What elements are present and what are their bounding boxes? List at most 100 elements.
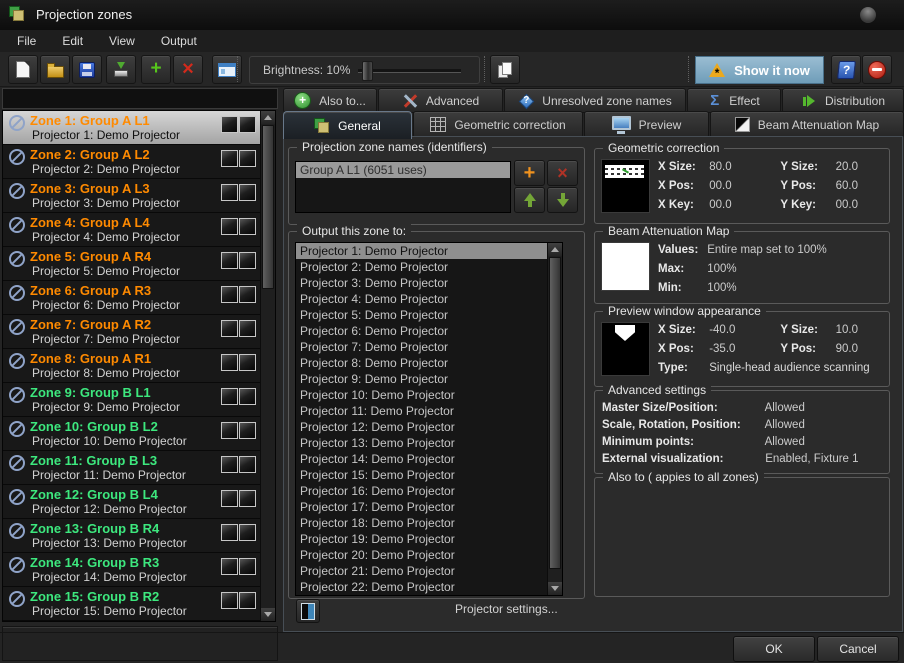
zone-flag-box-2[interactable] xyxy=(239,524,256,541)
output-list-item[interactable]: Projector 14: Demo Projector xyxy=(296,451,549,467)
tab-also-to[interactable]: Also to... xyxy=(283,88,377,113)
output-list-item[interactable]: Projector 3: Demo Projector xyxy=(296,275,549,291)
output-list-item[interactable]: Projector 7: Demo Projector xyxy=(296,339,549,355)
output-list-item[interactable]: Projector 19: Demo Projector xyxy=(296,531,549,547)
zone-row[interactable]: Zone 6: Group A R3 Projector 6: Demo Pro… xyxy=(3,281,262,315)
projector-settings-button[interactable] xyxy=(296,599,320,623)
ok-button[interactable]: OK xyxy=(733,636,815,662)
output-list-item[interactable]: Projector 8: Demo Projector xyxy=(296,355,549,371)
zone-flag-box-1[interactable] xyxy=(221,150,238,167)
scrollbar-thumb[interactable] xyxy=(262,125,274,289)
move-name-up-button[interactable] xyxy=(514,187,545,213)
zone-flag-box-1[interactable] xyxy=(221,286,238,303)
zone-flag-box-1[interactable] xyxy=(221,524,238,541)
delete-button[interactable] xyxy=(173,55,203,84)
output-list-item[interactable]: Projector 21: Demo Projector xyxy=(296,563,549,579)
help-button[interactable] xyxy=(831,55,861,84)
zone-row[interactable]: Zone 11: Group B L3 Projector 11: Demo P… xyxy=(3,451,262,485)
output-list-item[interactable]: Projector 4: Demo Projector xyxy=(296,291,549,307)
zone-flag-box-1[interactable] xyxy=(221,116,238,133)
zone-row[interactable]: Zone 2: Group A L2 Projector 2: Demo Pro… xyxy=(3,145,262,179)
new-document-button[interactable] xyxy=(8,55,38,84)
output-list-item[interactable]: Projector 1: Demo Projector xyxy=(296,243,549,259)
output-list-item[interactable]: Projector 22: Demo Projector xyxy=(296,579,549,595)
zone-flag-box-2[interactable] xyxy=(239,422,256,439)
save-button[interactable] xyxy=(72,55,102,84)
zone-row[interactable]: Zone 7: Group A R2 Projector 7: Demo Pro… xyxy=(3,315,262,349)
zone-flag-box-1[interactable] xyxy=(221,388,238,405)
zone-flag-box-1[interactable] xyxy=(221,456,238,473)
zone-flag-box-2[interactable] xyxy=(239,388,256,405)
zone-row[interactable]: Zone 3: Group A L3 Projector 3: Demo Pro… xyxy=(3,179,262,213)
zone-row[interactable]: Zone 5: Group A R4 Projector 5: Demo Pro… xyxy=(3,247,262,281)
output-list-item[interactable]: Projector 17: Demo Projector xyxy=(296,499,549,515)
zone-flag-box-2[interactable] xyxy=(239,218,256,235)
scroll-down-button[interactable] xyxy=(261,608,275,621)
cancel-button[interactable]: Cancel xyxy=(817,636,899,662)
brightness-slider[interactable] xyxy=(358,69,461,73)
output-list-item[interactable]: Projector 18: Demo Projector xyxy=(296,515,549,531)
zone-row[interactable]: Zone 10: Group B L2 Projector 10: Demo P… xyxy=(3,417,262,451)
add-button[interactable] xyxy=(141,55,171,84)
zone-row[interactable]: Zone 14: Group B R3 Projector 14: Demo P… xyxy=(3,553,262,587)
zone-row[interactable]: Zone 12: Group B L4 Projector 12: Demo P… xyxy=(3,485,262,519)
scrollbar-thumb[interactable] xyxy=(549,257,561,569)
zone-flag-box-1[interactable] xyxy=(221,490,238,507)
tab-general[interactable]: General xyxy=(283,111,412,139)
tab-advanced[interactable]: Advanced xyxy=(378,88,503,113)
output-list-item[interactable]: Projector 2: Demo Projector xyxy=(296,259,549,275)
zone-flag-box-1[interactable] xyxy=(221,184,238,201)
tab-geometric-correction[interactable]: Geometric correction xyxy=(413,111,583,138)
zone-flag-box-2[interactable] xyxy=(239,490,256,507)
scroll-up-button[interactable] xyxy=(261,111,275,124)
output-list-item[interactable]: Projector 20: Demo Projector xyxy=(296,547,549,563)
menu-edit[interactable]: Edit xyxy=(49,30,96,52)
download-button[interactable] xyxy=(106,55,136,84)
output-list-item[interactable]: Projector 6: Demo Projector xyxy=(296,323,549,339)
menu-view[interactable]: View xyxy=(96,30,148,52)
tab-preview[interactable]: Preview xyxy=(584,111,709,138)
zone-flag-box-1[interactable] xyxy=(221,422,238,439)
zone-flag-box-1[interactable] xyxy=(221,252,238,269)
zone-row[interactable]: Zone 9: Group B L1 Projector 9: Demo Pro… xyxy=(3,383,262,417)
zone-flag-box-2[interactable] xyxy=(239,286,256,303)
add-name-button[interactable]: + xyxy=(514,160,545,186)
stop-button[interactable] xyxy=(862,55,892,84)
show-it-now-button[interactable]: Show it now xyxy=(695,56,824,84)
output-list-item[interactable]: Projector 11: Demo Projector xyxy=(296,403,549,419)
zone-flag-box-1[interactable] xyxy=(221,592,238,609)
scroll-down-button[interactable] xyxy=(548,582,562,595)
zone-flag-box-2[interactable] xyxy=(239,252,256,269)
output-list-item[interactable]: Projector 5: Demo Projector xyxy=(296,307,549,323)
output-list-item[interactable]: Projector 13: Demo Projector xyxy=(296,435,549,451)
tab-beam-attenuation-map[interactable]: Beam Attenuation Map xyxy=(710,111,904,138)
brightness-slider-thumb[interactable] xyxy=(362,61,373,81)
zone-row[interactable]: Zone 8: Group A R1 Projector 8: Demo Pro… xyxy=(3,349,262,383)
zone-flag-box-2[interactable] xyxy=(239,558,256,575)
tab-effect[interactable]: Effect xyxy=(687,88,781,113)
output-list-item[interactable]: Projector 10: Demo Projector xyxy=(296,387,549,403)
projector-settings-label[interactable]: Projector settings... xyxy=(455,602,558,616)
zone-flag-box-2[interactable] xyxy=(239,150,256,167)
zone-flag-box-1[interactable] xyxy=(221,558,238,575)
zone-flag-box-2[interactable] xyxy=(239,116,256,133)
zone-list-scrollbar[interactable] xyxy=(260,111,275,621)
zone-names-list[interactable]: Group A L1 (6051 uses) xyxy=(295,161,511,213)
zone-name-item[interactable]: Group A L1 (6051 uses) xyxy=(296,162,510,178)
output-list-scrollbar[interactable] xyxy=(547,243,562,595)
zone-row[interactable]: Zone 4: Group A L4 Projector 4: Demo Pro… xyxy=(3,213,262,247)
output-list-item[interactable]: Projector 12: Demo Projector xyxy=(296,419,549,435)
delete-name-button[interactable]: × xyxy=(547,160,578,186)
scroll-up-button[interactable] xyxy=(548,243,562,256)
output-list-item[interactable]: Projector 16: Demo Projector xyxy=(296,483,549,499)
output-list-item[interactable]: Projector 15: Demo Projector xyxy=(296,467,549,483)
tab-distribution[interactable]: Distribution xyxy=(782,88,904,113)
copy-button[interactable] xyxy=(490,55,520,84)
zone-flag-box-1[interactable] xyxy=(221,320,238,337)
menu-file[interactable]: File xyxy=(4,30,49,52)
zone-flag-box-2[interactable] xyxy=(239,184,256,201)
zone-row[interactable]: Zone 1: Group A L1 Projector 1: Demo Pro… xyxy=(3,111,262,145)
menu-output[interactable]: Output xyxy=(148,30,210,52)
tab-unresolved-zone-names[interactable]: Unresolved zone names xyxy=(504,88,686,113)
zone-flag-box-2[interactable] xyxy=(239,320,256,337)
